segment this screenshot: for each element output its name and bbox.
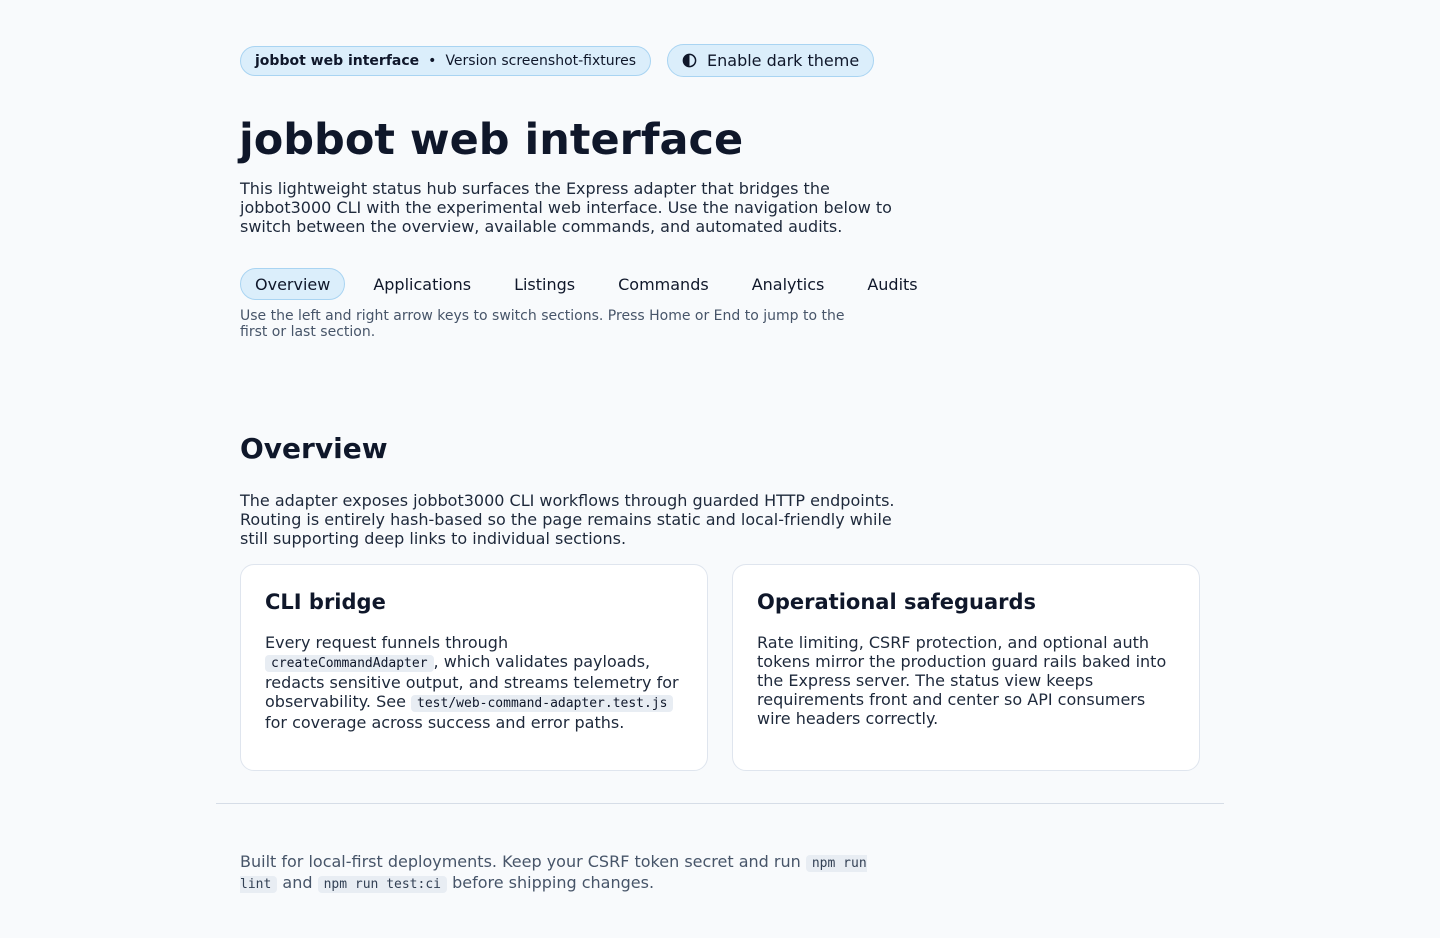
card-title: Operational safeguards: [757, 590, 1037, 614]
tab-commands[interactable]: Commands: [603, 268, 724, 300]
tab-audits[interactable]: Audits: [852, 268, 932, 300]
overview-description: The adapter exposes jobbot3000 CLI workf…: [240, 491, 895, 548]
code-test-file: test/web-command-adapter.test.js: [411, 695, 674, 712]
card-body: Every request funnels through createComm…: [265, 633, 683, 732]
code-npm-run-test-ci: npm run test:ci: [317, 876, 447, 893]
tab-analytics[interactable]: Analytics: [737, 268, 840, 300]
page: jobbot web interface • Version screensho…: [0, 0, 1440, 938]
card-text: Every request funnels through: [265, 633, 509, 652]
contrast-icon: [682, 53, 697, 68]
tab-applications[interactable]: Applications: [358, 268, 486, 300]
footer-divider: [216, 803, 1224, 804]
tab-listings[interactable]: Listings: [499, 268, 590, 300]
tab-overview[interactable]: Overview: [240, 268, 346, 300]
version-label: Version screenshot-fixtures: [445, 52, 637, 69]
section-tabs: Overview Applications Listings Commands …: [240, 268, 946, 300]
version-badge: jobbot web interface • Version screensho…: [240, 45, 652, 76]
card-body: Rate limiting, CSRF protection, and opti…: [757, 633, 1167, 728]
operational-safeguards-card: Operational safeguards Rate limiting, CS…: [732, 564, 1200, 771]
tabs-keyboard-hint: Use the left and right arrow keys to swi…: [240, 308, 845, 340]
cli-bridge-card: CLI bridge Every request funnels through…: [240, 564, 708, 771]
app-name: jobbot web interface: [255, 52, 420, 69]
footer-text: Built for local-first deployments. Keep …: [240, 852, 806, 871]
card-title: CLI bridge: [265, 590, 386, 614]
page-intro: This lightweight status hub surfaces the…: [240, 179, 892, 236]
theme-toggle-label: Enable dark theme: [707, 51, 860, 70]
overview-heading: Overview: [240, 432, 388, 465]
theme-toggle-button[interactable]: Enable dark theme: [667, 44, 875, 77]
code-create-command-adapter: createCommandAdapter: [265, 655, 434, 672]
separator-dot: •: [428, 52, 437, 69]
header-badges: jobbot web interface • Version screensho…: [240, 44, 875, 77]
card-text: for coverage across success and error pa…: [265, 713, 625, 732]
footer-text: before shipping changes.: [447, 873, 655, 892]
footer-text: and: [277, 873, 318, 892]
footer-note: Built for local-first deployments. Keep …: [240, 852, 880, 894]
page-title: jobbot web interface: [239, 115, 744, 165]
